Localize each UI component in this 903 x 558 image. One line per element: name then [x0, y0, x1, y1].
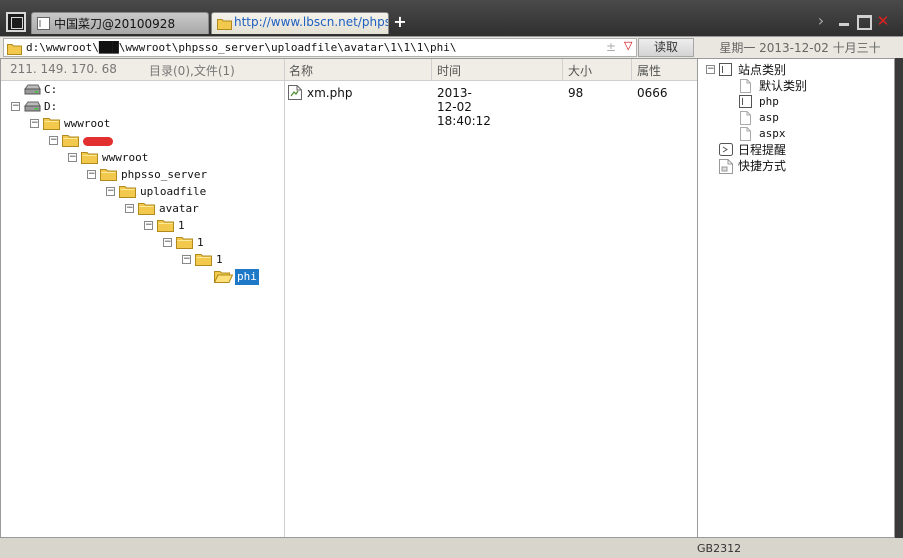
tree-item-label: D: [44, 100, 58, 113]
collapse-toggle-icon[interactable]: − [11, 102, 20, 111]
close-button[interactable]: ✕ [876, 14, 890, 29]
column-header: 211. 149. 170. 68 目录(0),文件(1) 名称 时间 大小 属… [1, 59, 697, 81]
tab-caidao[interactable]: 中国菜刀@20100928 [31, 12, 209, 34]
folder-icon [157, 218, 174, 235]
tree-item-label: avatar [159, 202, 199, 215]
site-item-label: aspx [759, 127, 786, 140]
tab-label: http://www.lbscn.net/phpsso... [234, 15, 388, 29]
collapse-toggle-icon[interactable]: − [706, 65, 715, 74]
drive-icon [24, 99, 41, 116]
collapse-toggle-icon[interactable]: − [144, 221, 153, 230]
folder-icon [138, 201, 155, 218]
tree-item-label: C: [44, 83, 58, 96]
file-time: 2013-12-02 18:40:12 [437, 86, 491, 128]
folder-icon [7, 42, 22, 58]
folder-icon [217, 17, 232, 33]
address-box: ± ▽ [3, 38, 637, 57]
path-input[interactable] [26, 40, 586, 55]
page-icon [739, 95, 753, 112]
collapse-toggle-icon[interactable]: − [125, 204, 134, 213]
file-attr: 0666 [637, 86, 668, 100]
site-item-label: 日程提醒 [738, 143, 787, 157]
page-icon [719, 63, 733, 80]
tree-item-label: wwwroot [64, 117, 111, 130]
drive-icon [24, 82, 41, 99]
folder-icon [213, 269, 234, 286]
page-faded-icon [739, 111, 753, 128]
tree-item-label: phi [235, 269, 259, 285]
tree-item-label: uploadfile [140, 185, 207, 198]
file-size: 98 [568, 86, 584, 100]
tree-item-label: 1 [197, 236, 204, 249]
column-attr[interactable]: 属性 [637, 62, 661, 79]
folder-icon [62, 133, 79, 150]
collapse-toggle-icon[interactable]: − [49, 136, 58, 145]
site-item-label: asp [759, 111, 779, 124]
status-bar: GB2312 [0, 538, 903, 558]
collapse-toggle-icon[interactable]: − [163, 238, 172, 247]
column-time[interactable]: 时间 [437, 62, 461, 79]
new-tab-button[interactable]: + [393, 13, 407, 31]
page-faded-icon [739, 79, 753, 96]
page-icon [37, 17, 50, 33]
redaction-mark [83, 136, 113, 146]
site-item-label: 默认类别 [759, 79, 808, 93]
tab-site[interactable]: http://www.lbscn.net/phpsso... [211, 12, 389, 34]
site-item-label: 快捷方式 [738, 159, 787, 173]
title-bar: 中国菜刀@20100928 http://www.lbscn.net/phpss… [0, 0, 903, 36]
folder-icon [100, 167, 117, 184]
column-name[interactable]: 名称 [289, 62, 313, 79]
tab-label: 中国菜刀@20100928 [54, 17, 176, 31]
folder-icon [176, 235, 193, 252]
collapse-toggle-icon[interactable]: − [182, 255, 191, 264]
folder-icon [43, 116, 60, 133]
address-bar: ± ▽ 读取 星期一 2013-12-02 十月三十 [0, 36, 903, 58]
tree-item-label: 1 [178, 219, 185, 232]
tree-item-label [83, 133, 113, 149]
collapse-toggle-icon[interactable]: − [87, 170, 96, 179]
main-panel: 211. 149. 170. 68 目录(0),文件(1) 名称 时间 大小 属… [0, 58, 895, 538]
tree-item-label: wwwroot [102, 151, 149, 164]
collapse-toggle-icon[interactable]: − [30, 119, 39, 128]
tree-item-label: 1 [216, 253, 223, 266]
maximize-button[interactable] [856, 14, 872, 30]
history-icon[interactable]: ± [606, 40, 616, 54]
folder-icon [81, 150, 98, 167]
server-ip: 211. 149. 170. 68 [10, 62, 117, 76]
collapse-toggle-icon[interactable]: − [68, 153, 77, 162]
tree-item-label: phpsso_server [121, 168, 208, 181]
minimize-button[interactable] [837, 14, 851, 28]
file-name: xm.php [307, 86, 353, 100]
item-count: 目录(0),文件(1) [149, 64, 235, 78]
folder-icon [119, 184, 136, 201]
site-item-label: 站点类别 [738, 63, 787, 77]
app-menu-icon[interactable] [6, 12, 26, 32]
date-label: 星期一 2013-12-02 十月三十 [719, 41, 881, 55]
site-item-label: php [759, 95, 779, 108]
shortcut-icon [719, 159, 733, 177]
column-size[interactable]: 大小 [568, 62, 592, 79]
encoding-label: GB2312 [697, 542, 742, 555]
read-button[interactable]: 读取 [638, 38, 694, 57]
folder-icon [195, 252, 212, 269]
calendar-icon [719, 143, 734, 160]
chevron-down-icon[interactable]: ▽ [624, 39, 632, 52]
collapse-toggle-icon[interactable]: − [106, 187, 115, 196]
php-file-icon [288, 85, 302, 103]
chevron-right-icon[interactable]: › [814, 13, 828, 29]
